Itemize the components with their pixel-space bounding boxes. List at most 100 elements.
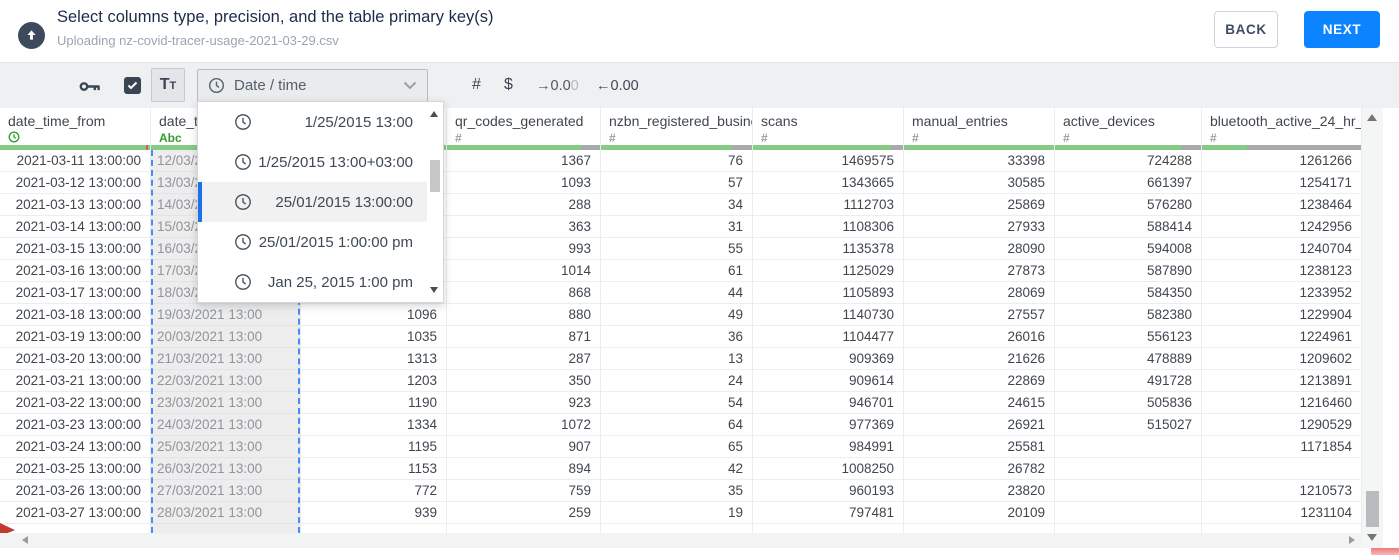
table-cell[interactable]: 1190 xyxy=(301,392,446,414)
table-cell[interactable]: 1233952 xyxy=(1202,282,1361,304)
table-cell[interactable]: 923 xyxy=(447,392,600,414)
scroll-left-arrow-icon[interactable] xyxy=(22,536,28,544)
table-cell[interactable]: 909614 xyxy=(753,370,903,392)
table-cell[interactable]: 478889 xyxy=(1055,348,1201,370)
table-cell[interactable]: 26016 xyxy=(904,326,1054,348)
table-cell[interactable]: 19 xyxy=(601,502,752,524)
table-cell[interactable]: 55 xyxy=(601,238,752,260)
table-cell[interactable]: 19/03/2021 13:00 xyxy=(153,304,298,326)
table-cell[interactable]: 977369 xyxy=(753,414,903,436)
dropdown-item[interactable]: 25/01/2015 13:00:00 xyxy=(198,182,427,222)
table-cell[interactable]: 1334 xyxy=(301,414,446,436)
table-cell[interactable]: 363 xyxy=(447,216,600,238)
table-cell[interactable]: 44 xyxy=(601,282,752,304)
table-cell[interactable]: 2021-03-21 13:00:00 xyxy=(0,370,150,392)
table-cell[interactable]: 2021-03-14 13:00:00 xyxy=(0,216,150,238)
dropdown-item[interactable]: 1/25/2015 13:00+03:00 xyxy=(198,142,427,182)
table-cell[interactable]: 1229904 xyxy=(1202,304,1361,326)
table-cell[interactable]: 1153 xyxy=(301,458,446,480)
table-cell[interactable]: 2021-03-22 13:00:00 xyxy=(0,392,150,414)
column-header[interactable]: manual_entries # xyxy=(904,108,1054,145)
table-cell[interactable]: 984991 xyxy=(753,436,903,458)
table-cell[interactable]: 28/03/2021 13:00 xyxy=(153,502,298,524)
table-cell[interactable]: 2021-03-26 13:00:00 xyxy=(0,480,150,502)
table-cell[interactable]: 2021-03-16 13:00:00 xyxy=(0,260,150,282)
column-qr_codes_generated[interactable]: qr_codes_generated #1367 1093 288 363 993 1014… xyxy=(447,108,601,533)
table-cell[interactable]: 880 xyxy=(447,304,600,326)
dropdown-scrollbar-thumb[interactable] xyxy=(430,160,440,192)
table-cell[interactable]: 724288 xyxy=(1055,150,1201,172)
table-cell[interactable]: 491728 xyxy=(1055,370,1201,392)
table-cell[interactable]: 57 xyxy=(601,172,752,194)
table-cell[interactable]: 259 xyxy=(447,502,600,524)
table-cell[interactable]: 21/03/2021 13:00 xyxy=(153,348,298,370)
table-cell[interactable]: 1290529 xyxy=(1202,414,1361,436)
table-cell[interactable]: 2021-03-12 13:00:00 xyxy=(0,172,150,194)
table-cell[interactable]: 61 xyxy=(601,260,752,282)
column-header[interactable]: scans # xyxy=(753,108,903,145)
table-cell[interactable]: 1195 xyxy=(301,436,446,458)
vertical-scrollbar-thumb[interactable] xyxy=(1366,491,1379,527)
table-cell[interactable]: 26921 xyxy=(904,414,1054,436)
table-cell[interactable]: 939 xyxy=(301,502,446,524)
dropdown-scroll-up-icon[interactable] xyxy=(430,111,438,117)
table-cell[interactable]: 576280 xyxy=(1055,194,1201,216)
table-cell[interactable]: 2021-03-11 13:00:00 xyxy=(0,150,150,172)
table-cell[interactable]: 1008250 xyxy=(753,458,903,480)
table-cell[interactable]: 20109 xyxy=(904,502,1054,524)
table-cell[interactable]: 20/03/2021 13:00 xyxy=(153,326,298,348)
table-cell[interactable]: 1171854 xyxy=(1202,436,1361,458)
table-cell[interactable]: 960193 xyxy=(753,480,903,502)
column-header[interactable]: nzbn_registered_busine # xyxy=(601,108,752,145)
table-cell[interactable]: 868 xyxy=(447,282,600,304)
table-cell[interactable]: 33398 xyxy=(904,150,1054,172)
table-cell[interactable]: 1261266 xyxy=(1202,150,1361,172)
table-cell[interactable]: 946701 xyxy=(753,392,903,414)
table-cell[interactable]: 2021-03-18 13:00:00 xyxy=(0,304,150,326)
next-button[interactable]: NEXT xyxy=(1304,11,1380,48)
currency-type-button[interactable]: $ xyxy=(504,76,513,94)
table-cell[interactable]: 1224961 xyxy=(1202,326,1361,348)
table-cell[interactable]: 1112703 xyxy=(753,194,903,216)
dropdown-item[interactable]: 1/25/2015 13:00 xyxy=(198,102,427,142)
table-cell[interactable]: 1367 xyxy=(447,150,600,172)
number-type-button[interactable]: # xyxy=(472,76,481,94)
table-cell[interactable]: 24/03/2021 13:00 xyxy=(153,414,298,436)
column-active_devices[interactable]: active_devices #724288 661397 576280 588414 5… xyxy=(1055,108,1202,533)
column-header[interactable]: active_devices # xyxy=(1055,108,1201,145)
table-cell[interactable]: 907 xyxy=(447,436,600,458)
table-cell[interactable]: 25581 xyxy=(904,436,1054,458)
table-cell[interactable]: 1209602 xyxy=(1202,348,1361,370)
table-cell[interactable]: 505836 xyxy=(1055,392,1201,414)
table-cell[interactable]: 288 xyxy=(447,194,600,216)
table-cell[interactable]: 582380 xyxy=(1055,304,1201,326)
table-cell[interactable]: 1231104 xyxy=(1202,502,1361,524)
table-cell[interactable]: 35 xyxy=(601,480,752,502)
table-cell[interactable]: 21626 xyxy=(904,348,1054,370)
table-cell[interactable]: 25869 xyxy=(904,194,1054,216)
table-cell[interactable]: 2021-03-13 13:00:00 xyxy=(0,194,150,216)
table-cell[interactable]: 30585 xyxy=(904,172,1054,194)
table-cell[interactable]: 909369 xyxy=(753,348,903,370)
scroll-down-arrow-icon[interactable] xyxy=(1367,534,1377,541)
scroll-right-arrow-icon[interactable] xyxy=(1349,536,1355,544)
table-cell[interactable]: 584350 xyxy=(1055,282,1201,304)
table-cell[interactable]: 2021-03-27 13:00:00 xyxy=(0,502,150,524)
table-cell[interactable]: 54 xyxy=(601,392,752,414)
column-manual_entries[interactable]: manual_entries #33398 30585 25869 27933 28090… xyxy=(904,108,1055,533)
table-cell[interactable]: 1210573 xyxy=(1202,480,1361,502)
table-cell[interactable]: 2021-03-17 13:00:00 xyxy=(0,282,150,304)
table-cell[interactable]: 28090 xyxy=(904,238,1054,260)
table-cell[interactable] xyxy=(1055,502,1201,524)
table-cell[interactable]: 1469575 xyxy=(753,150,903,172)
table-cell[interactable]: 1238123 xyxy=(1202,260,1361,282)
datetime-format-select[interactable]: Date / time xyxy=(197,69,428,102)
table-cell[interactable]: 1105893 xyxy=(753,282,903,304)
scroll-up-arrow-icon[interactable] xyxy=(1367,114,1377,121)
table-cell[interactable] xyxy=(1055,458,1201,480)
table-cell[interactable]: 24 xyxy=(601,370,752,392)
table-cell[interactable] xyxy=(1055,480,1201,502)
column-header[interactable]: date_time_from xyxy=(0,108,150,145)
table-cell[interactable]: 27873 xyxy=(904,260,1054,282)
table-cell[interactable]: 871 xyxy=(447,326,600,348)
